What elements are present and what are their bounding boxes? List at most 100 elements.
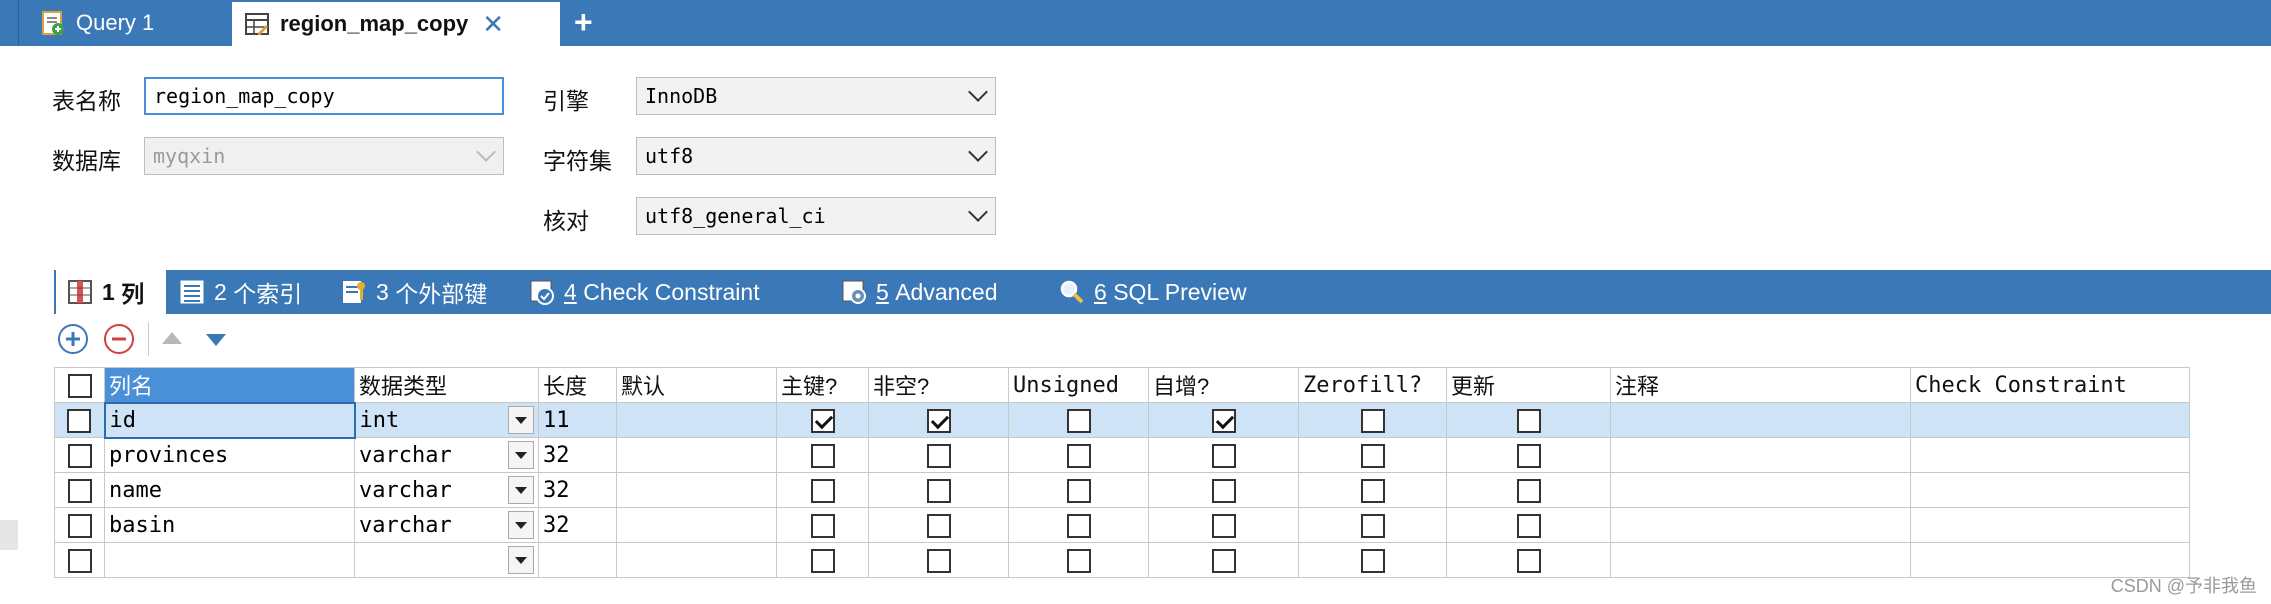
data-type-cell[interactable]: varchar [354,507,539,543]
table-name-input[interactable]: region_map_copy [144,77,504,115]
autoinc-cell[interactable] [1148,472,1299,508]
notnull-cell[interactable] [868,437,1009,473]
dropdown-arrow-icon[interactable] [508,406,534,434]
header-length[interactable]: 长度 [538,367,617,403]
table-row[interactable]: basin varchar 32 [54,507,2190,543]
header-notnull[interactable]: 非空? [868,367,1009,403]
data-type-cell[interactable]: int [354,402,539,438]
data-type-select[interactable] [359,546,534,574]
update-cell[interactable] [1446,507,1611,543]
header-type[interactable]: 数据类型 [354,367,539,403]
tab-advanced[interactable]: 5 Advanced [840,270,998,314]
dropdown-arrow-icon[interactable] [508,441,534,469]
autoinc-checkbox[interactable] [1211,514,1236,539]
pk-cell[interactable] [776,507,869,543]
zerofill-checkbox[interactable] [1360,514,1385,539]
data-type-cell[interactable] [354,542,539,578]
unsigned-checkbox[interactable] [1066,479,1091,504]
data-type-select[interactable]: int [360,406,534,434]
header-update[interactable]: 更新 [1446,367,1611,403]
move-up-icon[interactable] [162,332,182,344]
unsigned-checkbox[interactable] [1066,444,1091,469]
update-checkbox[interactable] [1516,409,1541,434]
select-all-cell[interactable] [54,367,105,403]
comment-cell[interactable] [1610,437,1911,473]
notnull-cell[interactable] [868,542,1009,578]
notnull-cell[interactable] [868,507,1009,543]
length-cell[interactable]: 32 [538,507,617,543]
tab-check-constraint[interactable]: 4 Check Constraint [528,270,760,314]
notnull-checkbox[interactable] [926,479,951,504]
check-constraint-cell[interactable] [1910,402,2190,438]
tab-indexes[interactable]: 2 个索引 [178,270,302,314]
zerofill-cell[interactable] [1298,472,1447,508]
row-select-cell[interactable] [54,507,105,543]
move-down-icon[interactable] [206,334,226,346]
notnull-checkbox[interactable] [926,514,951,539]
length-cell[interactable]: 32 [538,437,617,473]
comment-cell[interactable] [1610,507,1911,543]
check-constraint-cell[interactable] [1910,507,2190,543]
data-type-select[interactable]: varchar [359,476,534,504]
table-row[interactable]: provinces varchar 32 [54,437,2190,473]
header-unsigned[interactable]: Unsigned [1008,367,1149,403]
pk-cell[interactable] [776,437,869,473]
notnull-checkbox[interactable] [926,444,951,469]
column-name-cell[interactable]: name [104,472,355,508]
pk-checkbox[interactable] [810,514,835,539]
zerofill-cell[interactable] [1298,542,1447,578]
pk-checkbox[interactable] [810,444,835,469]
default-cell[interactable] [616,507,777,543]
update-checkbox[interactable] [1516,479,1541,504]
delete-column-button[interactable] [104,324,134,354]
close-icon[interactable]: ✕ [482,9,504,40]
autoinc-checkbox[interactable] [1211,409,1236,434]
autoinc-checkbox[interactable] [1211,479,1236,504]
update-checkbox[interactable] [1516,514,1541,539]
row-select-cell[interactable] [54,437,105,473]
length-cell[interactable]: 32 [538,472,617,508]
row-select-cell[interactable] [54,542,105,578]
pk-cell[interactable] [776,542,869,578]
notnull-checkbox[interactable] [926,549,951,574]
autoinc-cell[interactable] [1148,437,1299,473]
data-type-cell[interactable]: varchar [354,437,539,473]
check-constraint-cell[interactable] [1910,437,2190,473]
length-cell[interactable] [538,542,617,578]
update-cell[interactable] [1446,402,1611,438]
zerofill-cell[interactable] [1298,437,1447,473]
zerofill-checkbox[interactable] [1360,549,1385,574]
dropdown-arrow-icon[interactable] [508,511,534,539]
zerofill-cell[interactable] [1298,507,1447,543]
pk-cell[interactable] [776,402,869,438]
autoinc-checkbox[interactable] [1211,444,1236,469]
column-name-cell[interactable]: provinces [104,437,355,473]
comment-cell[interactable] [1610,472,1911,508]
checkbox[interactable] [67,409,92,434]
tab-columns[interactable]: 1 列 [56,270,166,314]
column-name-cell[interactable]: basin [104,507,355,543]
unsigned-cell[interactable] [1008,542,1149,578]
default-cell[interactable] [616,402,777,438]
table-row[interactable]: id int 11 [54,401,2190,439]
tab-sql-preview[interactable]: 6 SQL Preview [1058,270,1247,314]
header-autoinc[interactable]: 自增? [1148,367,1299,403]
tab-query-1[interactable]: Query 1 [40,0,230,46]
table-row[interactable] [54,542,2190,578]
column-name-cell[interactable]: id [103,401,356,439]
row-select-cell[interactable] [54,472,105,508]
zerofill-cell[interactable] [1298,402,1447,438]
collation-select[interactable]: utf8_general_ci [636,197,996,235]
unsigned-cell[interactable] [1008,402,1149,438]
check-constraint-cell[interactable] [1910,472,2190,508]
autoinc-checkbox[interactable] [1211,549,1236,574]
unsigned-cell[interactable] [1008,472,1149,508]
length-cell[interactable]: 11 [538,402,617,438]
comment-cell[interactable] [1610,542,1911,578]
header-zerofill[interactable]: Zerofill? [1298,367,1447,403]
table-row[interactable]: name varchar 32 [54,472,2190,508]
update-checkbox[interactable] [1516,444,1541,469]
notnull-checkbox[interactable] [926,409,951,434]
dropdown-arrow-icon[interactable] [508,476,534,504]
unsigned-checkbox[interactable] [1066,514,1091,539]
